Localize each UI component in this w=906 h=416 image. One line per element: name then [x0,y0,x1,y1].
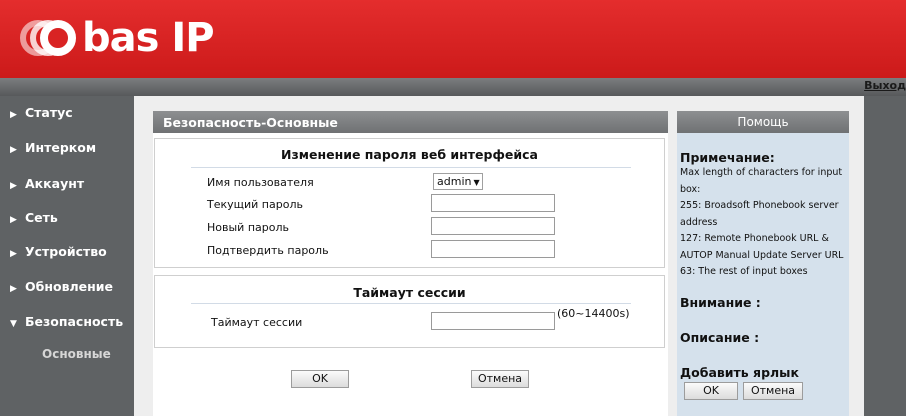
sidebar-item-account[interactable]: ▶ Аккаунт [10,176,84,191]
triangle-right-icon: ▶ [10,215,17,225]
username-select[interactable]: admin ▼ [433,173,483,190]
sidebar-item-label: Устройство [25,244,107,259]
sidebar-item-network[interactable]: ▶ Сеть [10,210,58,225]
logo-icon [20,16,76,60]
triangle-right-icon: ▶ [10,145,17,155]
sidebar-item-label: Аккаунт [25,176,85,191]
triangle-right-icon: ▶ [10,249,17,259]
session-section-title: Таймаут сессии [353,285,466,300]
help-note-line: Max length of characters for input [680,167,843,178]
help-attention-heading: Внимание : [680,294,761,310]
help-cancel-button[interactable]: Отмена [743,381,803,400]
help-note-line: address [680,216,718,228]
triangle-right-icon: ▶ [10,181,17,191]
right-strip [864,96,906,416]
cancel-button[interactable]: Отмена [471,370,529,388]
sidebar-item-label: Статус [25,105,73,120]
new-password-label: Новый пароль [207,221,289,234]
help-title: Помощь [677,111,849,133]
sidebar-item-upgrade[interactable]: ▶ Обновление [10,279,113,294]
password-section: Изменение пароля веб интерфейса Имя поль… [154,138,665,268]
header-banner: bas IP [0,0,906,78]
help-note-line: box: [680,183,701,195]
help-description-heading: Описание : [680,329,760,345]
sidebar-item-label: Обновление [25,279,113,294]
logo-text: bas IP [82,15,215,61]
section-divider [191,303,631,304]
session-timeout-label: Таймаут сессии [211,316,303,329]
ok-button[interactable]: OK [291,370,349,388]
sidebar-item-device[interactable]: ▶ Устройство [10,244,107,259]
triangle-right-icon: ▶ [10,284,17,294]
help-note-line: AUTOP Manual Update Server URL [680,249,844,261]
username-label: Имя пользователя [207,176,314,189]
session-timeout-input[interactable] [431,312,555,330]
help-note-line: 255: Broadsoft Phonebook server [680,200,839,211]
sidebar-item-status[interactable]: ▶ Статус [10,105,73,120]
panel-title: Безопасность-Основные [153,111,668,133]
sidebar: ▶ Статус ▶ Интерком ▶ Аккаунт ▶ Сеть ▶ Устрой… [0,96,134,416]
top-bar [0,78,906,96]
confirm-password-input[interactable] [431,240,555,258]
triangle-down-icon: ▼ [10,319,17,329]
current-password-input[interactable] [431,194,555,212]
help-add-shortcut-heading: Добавить ярлык [680,364,799,380]
confirm-password-label: Подтвердить пароль [207,244,329,257]
section-divider [191,167,631,168]
logo: bas IP [20,14,215,62]
help-panel: Примечание: Max length of characters for… [677,133,849,416]
sidebar-item-label: Сеть [25,210,58,225]
sidebar-item-label: Безопасность [25,314,124,329]
logout-link[interactable]: Выход [864,79,906,92]
new-password-input[interactable] [431,217,555,235]
help-note-line: 63: The rest of input boxes [680,266,808,277]
sidebar-item-intercom[interactable]: ▶ Интерком [10,140,96,155]
sidebar-subitem-basic[interactable]: Основные [42,347,111,361]
chevron-down-icon: ▼ [473,178,480,187]
sidebar-item-security[interactable]: ▼ Безопасность [10,314,123,329]
current-password-label: Текущий пароль [207,198,303,211]
panel-body: Изменение пароля веб интерфейса Имя поль… [153,133,668,416]
sidebar-item-label: Интерком [25,140,97,155]
help-ok-button[interactable]: OK [684,381,738,400]
username-value: admin [437,175,472,188]
session-timeout-range: (60~14400s) [557,307,630,320]
help-note-heading: Примечание: [680,150,775,165]
password-section-title: Изменение пароля веб интерфейса [281,147,538,162]
help-note-line: 127: Remote Phonebook URL & [680,233,829,244]
triangle-right-icon: ▶ [10,110,17,120]
main-content: Безопасность-Основные Изменение пароля в… [134,96,864,416]
